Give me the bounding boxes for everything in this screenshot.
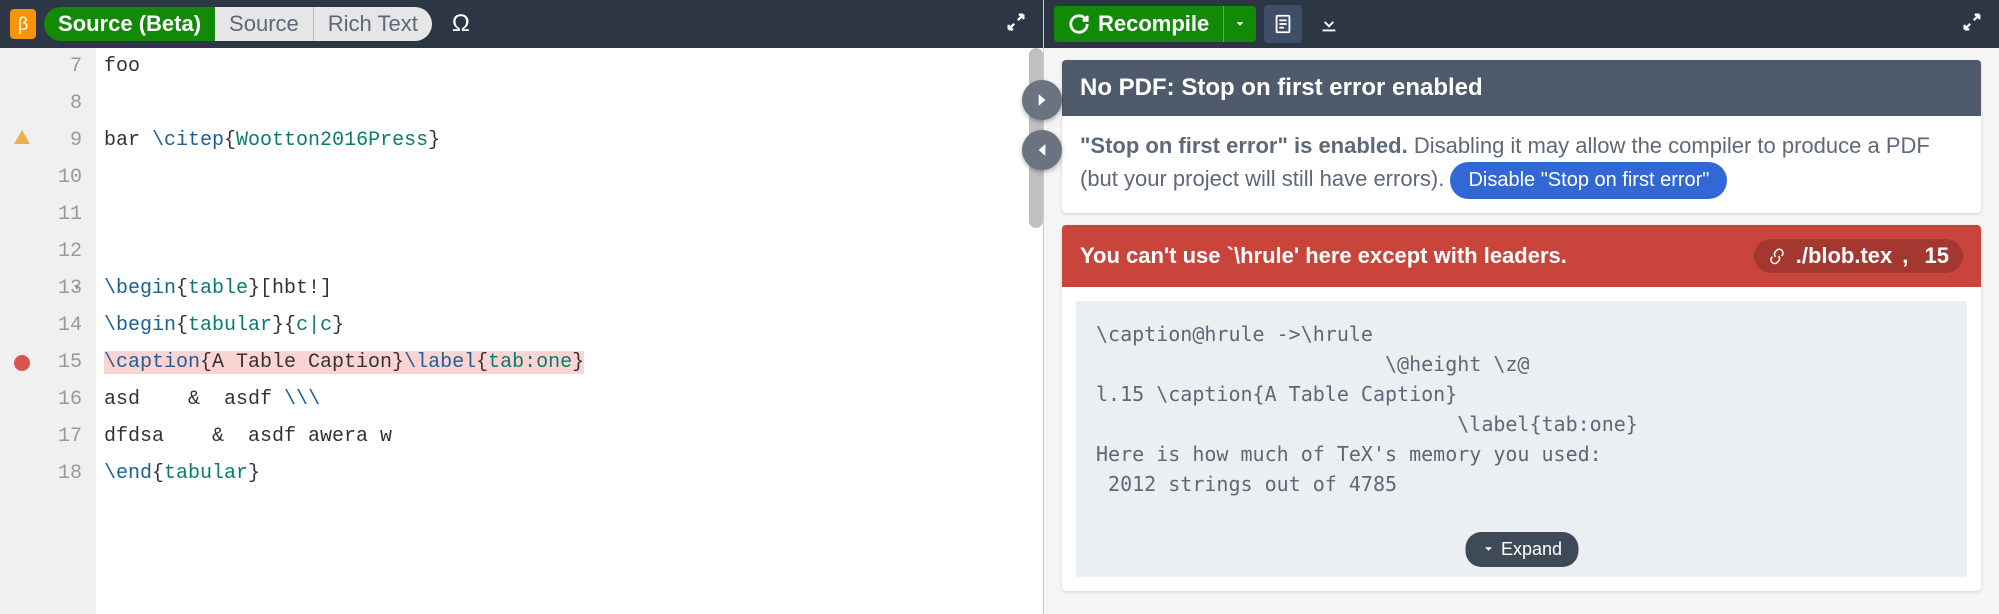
code-line[interactable]: dfdsa & asdf awera w xyxy=(104,418,1043,455)
no-pdf-title: No PDF: Stop on first error enabled xyxy=(1062,60,1981,116)
no-pdf-banner: No PDF: Stop on first error enabled "Sto… xyxy=(1062,60,1981,213)
rich-text-tab[interactable]: Rich Text xyxy=(314,7,432,41)
sync-to-code-button[interactable] xyxy=(1022,130,1062,170)
editor-gutter: 78910111213▾1415161718 xyxy=(0,48,96,614)
compile-error-trace: \caption@hrule ->\hrule \@height \z@ l.1… xyxy=(1096,322,1638,496)
sync-buttons xyxy=(1022,80,1062,170)
no-pdf-body: "Stop on first error" is enabled. Disabl… xyxy=(1062,116,1981,213)
gutter-line: 14 xyxy=(0,307,82,344)
code-line[interactable]: \begin{tabular}{c|c} xyxy=(104,307,1043,344)
code-editor[interactable]: ⋮ 78910111213▾1415161718 foobar \citep{W… xyxy=(0,48,1043,614)
sync-to-pdf-button[interactable] xyxy=(1022,80,1062,120)
source-beta-tab[interactable]: Source (Beta) xyxy=(44,7,215,41)
expand-error-button[interactable]: Expand xyxy=(1465,532,1578,567)
recompile-label: Recompile xyxy=(1098,11,1209,37)
beta-badge: β xyxy=(10,9,36,39)
error-line: 15 xyxy=(1925,243,1949,269)
error-file: ./blob.tex xyxy=(1796,243,1893,269)
gutter-line: 18 xyxy=(0,455,82,492)
expand-editor-icon[interactable] xyxy=(999,5,1033,44)
code-line[interactable]: foo xyxy=(104,48,1043,85)
gutter-line: 16 xyxy=(0,381,82,418)
fold-icon[interactable]: ▾ xyxy=(74,270,80,307)
warning-icon[interactable] xyxy=(14,130,30,144)
expand-pdf-icon[interactable] xyxy=(1955,5,1989,44)
gutter-line: 9 xyxy=(0,122,82,159)
recompile-dropdown[interactable] xyxy=(1224,17,1256,31)
gutter-line: 13▾ xyxy=(0,270,82,307)
compile-error-header: You can't use `\hrule' here except with … xyxy=(1062,225,1981,287)
gutter-line: 11 xyxy=(0,196,82,233)
recompile-button-group: Recompile xyxy=(1054,6,1256,42)
gutter-line: 15 xyxy=(0,344,82,381)
special-characters-button[interactable]: Ω xyxy=(452,10,470,38)
error-icon[interactable] xyxy=(14,355,30,371)
pdf-toolbar: Recompile xyxy=(1044,0,1999,48)
recompile-button[interactable]: Recompile xyxy=(1054,6,1224,42)
code-line[interactable] xyxy=(104,85,1043,122)
expand-label: Expand xyxy=(1501,536,1562,563)
editor-code-area[interactable]: foo bar \citep{Wootton2016Press} \begin{ta… xyxy=(96,48,1043,614)
code-line[interactable]: \end{tabular} xyxy=(104,455,1043,492)
disable-stop-on-error-button[interactable]: Disable "Stop on first error" xyxy=(1450,162,1727,199)
editor-toolbar: β Source (Beta) Source Rich Text Ω xyxy=(0,0,1043,48)
gutter-line: 10 xyxy=(0,159,82,196)
code-line[interactable]: \caption{A Table Caption}\label{tab:one} xyxy=(104,344,1043,381)
code-line[interactable]: asd & asdf \\\ xyxy=(104,381,1043,418)
code-line[interactable] xyxy=(104,196,1043,233)
compile-error-body: \caption@hrule ->\hrule \@height \z@ l.1… xyxy=(1076,301,1967,577)
download-icon[interactable] xyxy=(1310,5,1348,43)
source-tab[interactable]: Source xyxy=(215,7,314,41)
code-line[interactable] xyxy=(104,233,1043,270)
compile-error-title: You can't use `\hrule' here except with … xyxy=(1080,243,1567,269)
code-line[interactable]: bar \citep{Wootton2016Press} xyxy=(104,122,1043,159)
gutter-line: 8 xyxy=(0,85,82,122)
code-line[interactable] xyxy=(104,159,1043,196)
pdf-error-panel: No PDF: Stop on first error enabled "Sto… xyxy=(1044,48,1999,614)
no-pdf-bold: "Stop on first error" is enabled. xyxy=(1080,133,1408,158)
code-line[interactable]: \begin{table}[hbt!] xyxy=(104,270,1043,307)
gutter-line: 17 xyxy=(0,418,82,455)
compile-error-box: You can't use `\hrule' here except with … xyxy=(1062,225,1981,591)
compile-error-location[interactable]: ./blob.tex, 15 xyxy=(1754,239,1963,273)
view-mode-segmented: Source (Beta) Source Rich Text xyxy=(44,7,432,41)
logs-icon[interactable] xyxy=(1264,5,1302,43)
gutter-line: 7 xyxy=(0,48,82,85)
gutter-line: 12 xyxy=(0,233,82,270)
